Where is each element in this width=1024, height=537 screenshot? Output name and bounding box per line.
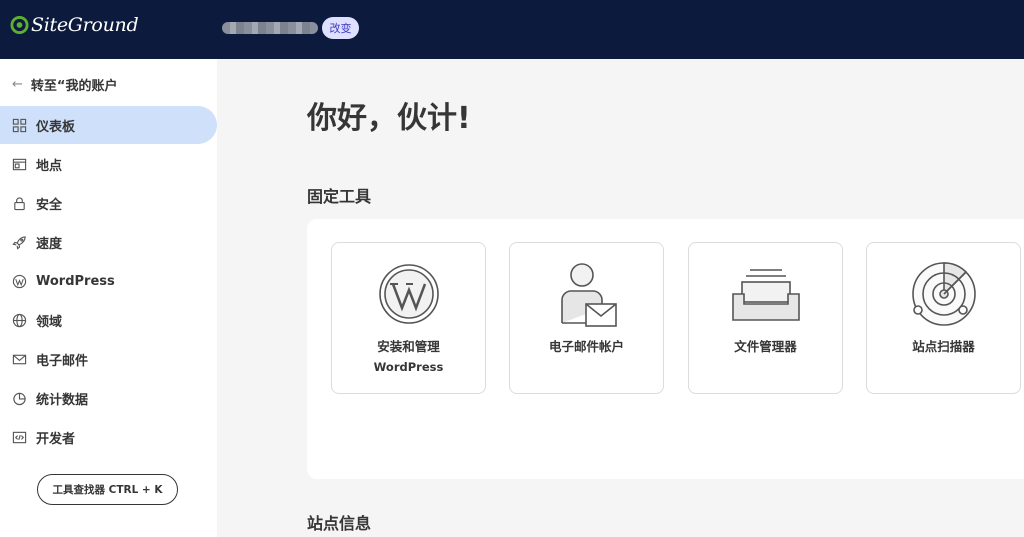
file-tray-icon — [732, 269, 800, 321]
tool-label-line1: 文件管理器 — [734, 339, 797, 354]
tool-card-site-scanner[interactable]: 站点扫描器 — [866, 242, 1021, 394]
sidebar-item-label: 地点 — [36, 158, 63, 174]
envelope-icon — [12, 352, 27, 367]
site-info-heading: 站点信息 — [307, 514, 372, 533]
tool-finder-button[interactable]: 工具查找器 CTRL + K — [37, 474, 178, 505]
lock-icon — [12, 196, 27, 211]
page-title: 你好，伙计! — [307, 101, 471, 136]
back-arrow-icon: ← — [12, 77, 23, 92]
sidebar-item-label: 电子邮件 — [36, 353, 89, 369]
email-user-icon — [561, 263, 617, 327]
tool-card-wordpress[interactable]: 安装和管理 WordPress — [331, 242, 486, 394]
rocket-icon — [12, 235, 27, 250]
wordpress-large-icon — [379, 264, 439, 324]
pie-chart-icon — [12, 391, 27, 406]
sidebar-item-label: WordPress — [36, 273, 115, 289]
tool-card-email-accounts[interactable]: 电子邮件帐户 — [509, 242, 664, 394]
siteground-logo-icon — [10, 15, 29, 35]
sidebar-item-wordpress[interactable]: WordPress — [0, 262, 217, 300]
main-content: 你好，伙计! 固定工具 安装和管理 WordPress 电子邮件帐户 文件管理器… — [217, 59, 1024, 537]
sidebar-item-label: 速度 — [36, 236, 63, 252]
logo-text: SiteGround — [31, 14, 139, 36]
site-name-blurred — [222, 22, 318, 34]
sidebar-item-label: 统计数据 — [36, 392, 89, 408]
sidebar-item-domains[interactable]: 领域 — [0, 301, 217, 339]
tool-label-line2: WordPress — [373, 360, 444, 374]
tool-label-line1: 电子邮件帐户 — [548, 339, 624, 354]
pinned-tools-heading: 固定工具 — [307, 187, 372, 206]
tool-label-line1: 站点扫描器 — [912, 339, 975, 354]
site-window-icon — [12, 157, 27, 172]
tool-label-line1: 安装和管理 — [377, 339, 440, 354]
globe-icon — [12, 313, 27, 328]
pinned-tools-panel: 安装和管理 WordPress 电子邮件帐户 文件管理器 站点扫描器 — [307, 219, 1024, 479]
sidebar-item-dashboard[interactable]: 仪表板 — [0, 106, 217, 144]
sidebar: ← 转至“我的账户 仪表板 地点 安全 速度 WordPress 领域 电子邮件… — [0, 59, 217, 537]
sidebar-item-label: 仪表板 — [36, 119, 76, 135]
sidebar-item-security[interactable]: 安全 — [0, 184, 217, 222]
sidebar-item-statistics[interactable]: 统计数据 — [0, 379, 217, 417]
wordpress-icon — [12, 274, 27, 289]
radar-scanner-icon — [912, 262, 976, 326]
sidebar-item-developer[interactable]: 开发者 — [0, 418, 217, 456]
code-icon — [12, 430, 27, 445]
sidebar-item-speed[interactable]: 速度 — [0, 223, 217, 261]
siteground-logo[interactable]: SiteGround — [10, 14, 139, 36]
sidebar-item-label: 开发者 — [36, 431, 76, 447]
sidebar-item-label: 领域 — [36, 314, 63, 330]
sidebar-item-label: 安全 — [36, 197, 63, 213]
back-to-account-link[interactable]: ← 转至“我的账户 — [12, 75, 117, 94]
sidebar-item-email[interactable]: 电子邮件 — [0, 340, 217, 378]
back-link-label: 转至“我的账户 — [30, 79, 118, 94]
tool-card-file-manager[interactable]: 文件管理器 — [688, 242, 843, 394]
top-bar: SiteGround 改变 — [0, 0, 1024, 59]
sidebar-item-sites[interactable]: 地点 — [0, 145, 217, 183]
dashboard-grid-icon — [12, 118, 27, 133]
change-site-button[interactable]: 改变 — [322, 17, 359, 39]
